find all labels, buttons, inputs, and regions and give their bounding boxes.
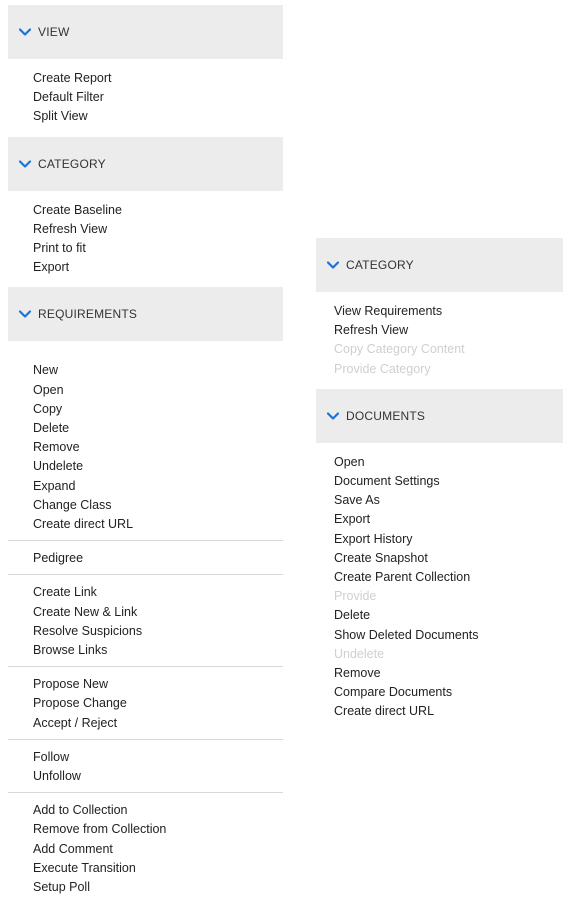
chevron-down-icon[interactable] [18, 25, 32, 39]
menu-group: Follow Unfollow [8, 738, 283, 792]
menu-item-provide-category: Provide Category [334, 361, 431, 376]
menu-item-create-link[interactable]: Create Link [33, 583, 283, 602]
category-menu-items: Create Baseline Refresh View Print to fit E… [8, 191, 283, 288]
menu-item-copy-category-content: Copy Category Content [334, 342, 465, 357]
menu-item-default-filter[interactable]: Default Filter [33, 88, 283, 107]
section-header-requirements[interactable]: REQUIREMENTS [8, 287, 283, 342]
menu-item-create-direct-url[interactable]: Create direct URL [33, 515, 283, 534]
menu-item-create-baseline[interactable]: Create Baseline [33, 201, 283, 220]
menu-item-refresh-view[interactable]: Refresh View [33, 220, 283, 239]
menu-item-show-deleted-documents[interactable]: Show Deleted Documents [334, 626, 563, 645]
section-title: DOCUMENTS [346, 408, 426, 423]
menu-item-propose-change[interactable]: Propose Change [33, 694, 283, 713]
menu-item-remove[interactable]: Remove [33, 438, 283, 457]
menu-item-change-class[interactable]: Change Class [33, 496, 283, 515]
menu-item-document-settings[interactable]: Document Settings [334, 472, 563, 491]
menu-group: Pedigree [8, 540, 283, 574]
menu-item-export[interactable]: Export [334, 510, 563, 529]
view-menu-items: Create Report Default Filter Split View [8, 59, 283, 137]
section-title: CATEGORY [346, 258, 414, 272]
menu-item-execute-transition[interactable]: Execute Transition [33, 859, 283, 878]
chevron-down-icon[interactable] [326, 258, 340, 272]
menu-item-accept-reject[interactable]: Accept / Reject [33, 714, 283, 733]
menu-item-export[interactable]: Export [33, 258, 283, 277]
section-header-view[interactable]: VIEW [8, 5, 283, 59]
menu-item-undelete[interactable]: Undelete [33, 457, 283, 476]
documents-menu-items: Open Document Settings Save As Export Export… [316, 443, 563, 732]
menu-item-browse-links[interactable]: Browse Links [33, 641, 283, 660]
chevron-down-icon[interactable] [18, 307, 32, 321]
menu-item-refresh-view[interactable]: Refresh View [334, 321, 563, 340]
menu-item-create-new-link[interactable]: Create New & Link [33, 603, 283, 622]
right-menu-panel: CATEGORY View Requirements Refresh View Co… [316, 238, 563, 732]
requirements-menu-groups: New Open Copy Delete Remove Undelete Expand Cha… [8, 341, 283, 903]
section-title: REQUIREMENTS [38, 307, 138, 322]
menu-item-open[interactable]: Open [33, 381, 283, 400]
menu-item-setup-poll[interactable]: Setup Poll [33, 878, 283, 897]
menu-item-create-snapshot[interactable]: Create Snapshot [334, 549, 563, 568]
menu-item-open[interactable]: Open [334, 453, 563, 472]
menu-group: Add to Collection Remove from Collection A… [8, 792, 283, 903]
menu-item-create-report[interactable]: Create Report [33, 69, 283, 88]
section-title: VIEW [38, 25, 70, 39]
menu-item-remove-from-collection[interactable]: Remove from Collection [33, 820, 283, 839]
section-header-category[interactable]: CATEGORY [8, 136, 283, 191]
menu-item-resolve-suspicions[interactable]: Resolve Suspicions [33, 622, 283, 641]
section-header-category[interactable]: CATEGORY [316, 238, 563, 292]
menu-item-unfollow[interactable]: Unfollow [33, 767, 283, 786]
chevron-down-icon[interactable] [326, 409, 340, 423]
menu-item-propose-new[interactable]: Propose New [33, 675, 283, 694]
menu-item-copy[interactable]: Copy [33, 400, 283, 419]
menu-item-pedigree[interactable]: Pedigree [33, 549, 283, 568]
menu-item-follow[interactable]: Follow [33, 748, 283, 767]
menu-item-delete[interactable]: Delete [334, 606, 563, 625]
menu-item-provide: Provide [334, 589, 377, 604]
menu-item-new[interactable]: New [33, 361, 283, 380]
menu-item-delete[interactable]: Delete [33, 419, 283, 438]
menu-group: New Open Copy Delete Remove Undelete Expand Cha… [8, 353, 283, 540]
menu-item-add-comment[interactable]: Add Comment [33, 840, 283, 859]
menu-item-compare-documents[interactable]: Compare Documents [334, 683, 563, 702]
menu-item-undelete: Undelete [334, 646, 385, 661]
menu-group: Propose New Propose Change Accept / Reject [8, 666, 283, 739]
menu-item-expand[interactable]: Expand [33, 477, 283, 496]
menu-item-save-as[interactable]: Save As [334, 491, 563, 510]
menu-item-remove[interactable]: Remove [334, 664, 563, 683]
menu-item-split-view[interactable]: Split View [33, 107, 283, 126]
menu-item-export-history[interactable]: Export History [334, 530, 563, 549]
category-menu-items: View Requirements Refresh View Copy Catego… [316, 292, 563, 389]
menu-item-print-to-fit[interactable]: Print to fit [33, 239, 283, 258]
section-header-documents[interactable]: DOCUMENTS [316, 388, 563, 443]
menu-item-create-direct-url[interactable]: Create direct URL [334, 702, 563, 721]
menu-item-view-requirements[interactable]: View Requirements [334, 302, 563, 321]
section-title: CATEGORY [38, 156, 106, 171]
menu-group: Create Link Create New & Link Resolve Susp… [8, 574, 283, 666]
menu-item-add-to-collection[interactable]: Add to Collection [33, 801, 283, 820]
chevron-down-icon[interactable] [18, 157, 32, 171]
menu-item-create-parent-collection[interactable]: Create Parent Collection [334, 568, 563, 587]
left-menu-panel: VIEW Create Report Default Filter Split Vi… [8, 5, 283, 903]
